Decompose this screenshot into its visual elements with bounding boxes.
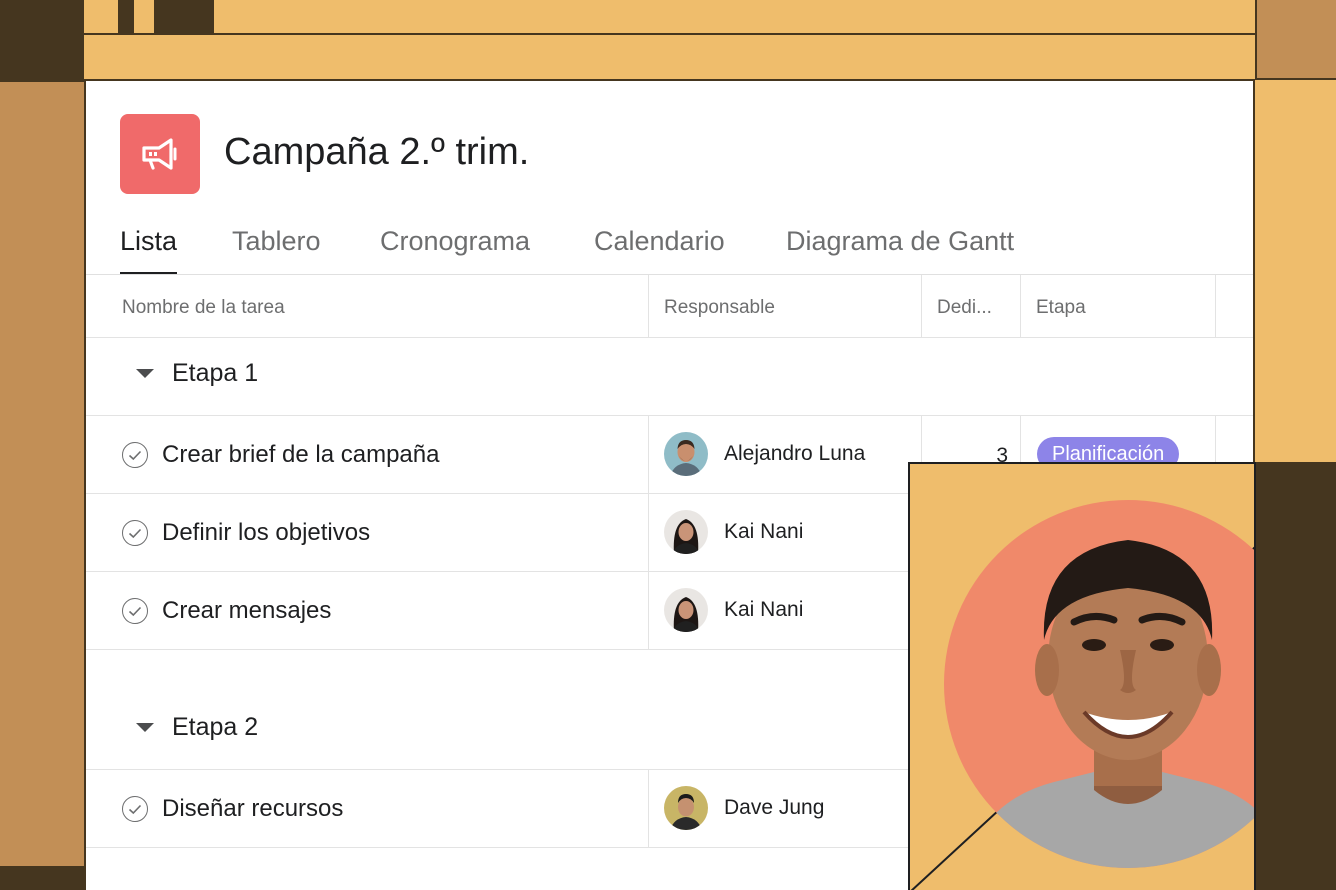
column-divider xyxy=(648,415,649,649)
task-row-name[interactable]: Crear mensajes xyxy=(122,597,331,625)
task-name[interactable]: Crear brief de la campaña xyxy=(162,441,439,469)
column-header-stage[interactable]: Etapa xyxy=(1036,297,1086,319)
section-header[interactable]: Etapa 2 xyxy=(136,713,258,742)
assignee-name: Alejandro Luna xyxy=(724,442,866,465)
assignee-cell[interactable]: Kai Nani xyxy=(664,510,803,554)
column-divider xyxy=(1020,275,1021,337)
assignee-cell[interactable]: Alejandro Luna xyxy=(664,432,865,476)
decor-line xyxy=(84,33,1255,35)
task-row-name[interactable]: Diseñar recursos xyxy=(122,795,343,823)
tab-label: Lista xyxy=(120,226,178,256)
avatar xyxy=(664,432,708,476)
divider xyxy=(86,337,1253,338)
check-circle-icon[interactable] xyxy=(122,796,148,822)
assignee-cell[interactable]: Dave Jung xyxy=(664,786,824,830)
task-name[interactable]: Diseñar recursos xyxy=(162,795,343,823)
section-label: Etapa 1 xyxy=(172,359,259,387)
check-circle-icon[interactable] xyxy=(122,598,148,624)
column-header-assignee[interactable]: Responsable xyxy=(664,297,775,319)
decor-bar xyxy=(154,0,214,33)
task-name[interactable]: Definir los objetivos xyxy=(162,519,370,547)
caret-down-icon[interactable] xyxy=(136,369,154,378)
tab-label: Cronograma xyxy=(380,226,531,256)
task-name[interactable]: Crear mensajes xyxy=(162,597,331,625)
assignee-name: Dave Jung xyxy=(724,796,825,819)
assignee-name: Kai Nani xyxy=(724,520,804,543)
section-label: Etapa 2 xyxy=(172,713,259,741)
task-row-name[interactable]: Definir los objetivos xyxy=(122,519,370,547)
decor-block xyxy=(1255,0,1336,80)
divider xyxy=(86,274,1253,275)
decor-block xyxy=(1255,462,1336,890)
assignee-name: Kai Nani xyxy=(724,598,804,621)
decor-block xyxy=(0,80,84,866)
tab-calendario[interactable]: Calendario xyxy=(594,221,725,275)
decor-bar xyxy=(118,0,134,33)
tab-diagrama-gantt[interactable]: Diagrama de Gantt xyxy=(786,221,1014,275)
video-overlay xyxy=(908,462,1256,890)
column-header-task-name[interactable]: Nombre de la tarea xyxy=(122,297,285,319)
divider xyxy=(86,415,1253,416)
check-circle-icon[interactable] xyxy=(122,442,148,468)
avatar xyxy=(664,588,708,632)
project-icon[interactable] xyxy=(120,114,200,194)
column-divider xyxy=(921,275,922,337)
tab-tablero[interactable]: Tablero xyxy=(232,221,321,275)
decor-block xyxy=(0,866,84,890)
task-row-name[interactable]: Crear brief de la campaña xyxy=(122,441,439,469)
section-header[interactable]: Etapa 1 xyxy=(136,359,258,388)
avatar xyxy=(664,510,708,554)
megaphone-icon xyxy=(142,138,177,170)
decor-block xyxy=(0,0,84,80)
check-circle-icon[interactable] xyxy=(122,520,148,546)
avatar xyxy=(664,786,708,830)
tab-label: Calendario xyxy=(594,226,725,256)
tab-lista[interactable]: Lista xyxy=(120,221,178,275)
column-header-effort[interactable]: Dedi... xyxy=(937,297,992,319)
tab-label: Diagrama de Gantt xyxy=(786,226,1015,256)
tab-label: Tablero xyxy=(232,226,321,256)
tab-cronograma[interactable]: Cronograma xyxy=(380,221,530,275)
assignee-cell[interactable]: Kai Nani xyxy=(664,588,803,632)
page-title: Campaña 2.º trim. xyxy=(224,131,530,173)
column-divider xyxy=(1215,275,1216,337)
caret-down-icon[interactable] xyxy=(136,723,154,732)
column-divider xyxy=(648,275,649,337)
column-divider xyxy=(648,769,649,847)
